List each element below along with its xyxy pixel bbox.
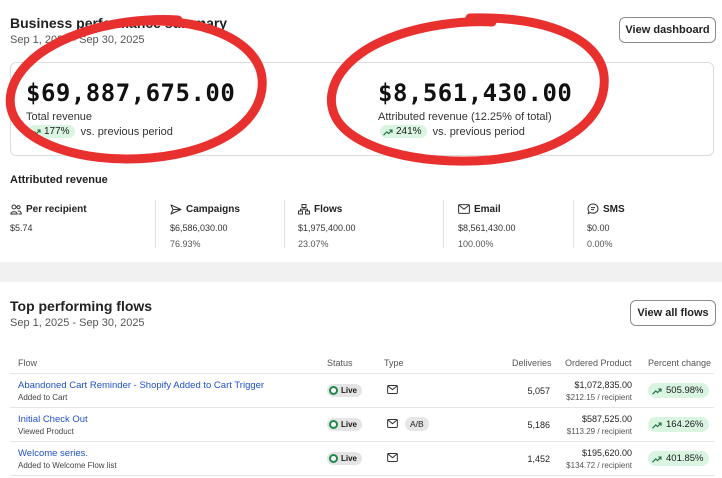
view-dashboard-button[interactable]: View dashboard	[619, 17, 716, 43]
ordered-product-value: $1,072,835.00	[574, 380, 632, 390]
attributed-revenue-change: 241% vs. previous period	[380, 125, 525, 138]
metric-percent: 100.00%	[458, 239, 494, 249]
flow-icon	[298, 203, 310, 214]
column-header-percent-change[interactable]: Percent change	[648, 358, 711, 368]
metric-divider	[573, 200, 574, 248]
flow-trigger: Added to Welcome Flow list	[18, 461, 117, 470]
top-flows-date-range: Sep 1, 2025 - Sep 30, 2025	[10, 317, 145, 329]
change-value: 241%	[396, 126, 422, 137]
page-title: Business performance summary	[10, 15, 228, 31]
metric-label: Per recipient	[26, 203, 87, 215]
status-badge: Live	[327, 418, 363, 431]
trend-up-icon	[652, 421, 662, 429]
deliveries-value: 5,057	[527, 386, 550, 396]
attributed-revenue-title: Attributed revenue	[10, 174, 108, 186]
mail-icon	[387, 385, 398, 394]
row-divider	[10, 475, 714, 476]
metric-flows: Flows $1,975,400.00 23.07%	[298, 202, 356, 249]
column-header-ordered-product[interactable]: Ordered Product	[565, 358, 632, 368]
top-flows-title: Top performing flows	[10, 298, 153, 314]
metric-label: Campaigns	[186, 203, 240, 215]
deliveries-value: 1,452	[527, 454, 550, 464]
deliveries-value: 5,186	[527, 420, 550, 430]
metric-sms: SMS $0.00 0.00%	[587, 202, 625, 249]
metric-divider	[284, 200, 285, 248]
ordered-product-value: $195,620.00	[581, 448, 632, 458]
metric-percent: 23.07%	[298, 239, 329, 249]
column-header-deliveries[interactable]: Deliveries	[512, 358, 552, 368]
mail-icon	[387, 453, 398, 462]
metric-value: $1,975,400.00	[298, 223, 356, 233]
change-badge: 177%	[28, 125, 75, 138]
mail-icon	[458, 204, 470, 214]
attributed-revenue-value: $8,561,430.00	[378, 79, 573, 107]
metric-label: Email	[474, 203, 501, 215]
business-performance-card: Business performance summary Sep 1, 2025…	[0, 0, 722, 262]
ordered-product-value: $587,525.00	[581, 414, 632, 424]
status-text: Live	[341, 454, 358, 463]
live-status-icon	[329, 420, 338, 429]
metric-percent: 0.00%	[587, 239, 613, 249]
metric-value: $0.00	[587, 223, 610, 233]
revenue-box	[10, 62, 714, 156]
trend-up-icon	[383, 128, 393, 136]
row-divider	[10, 373, 714, 374]
trend-up-icon	[31, 128, 41, 136]
percent-change-value: 164.26%	[666, 419, 704, 430]
view-all-flows-button[interactable]: View all flows	[630, 300, 716, 326]
metric-label: Flows	[314, 203, 343, 215]
ab-test-badge: A/B	[405, 417, 429, 431]
row-divider	[10, 441, 714, 442]
percent-change-value: 401.85%	[666, 453, 704, 464]
live-status-icon	[329, 454, 338, 463]
change-value: 177%	[44, 126, 70, 137]
change-badge: 241%	[380, 125, 427, 138]
row-divider	[10, 407, 714, 408]
status-text: Live	[341, 386, 358, 395]
summary-date-range: Sep 1, 2025 - Sep 30, 2025	[10, 34, 145, 46]
change-text: vs. previous period	[80, 125, 173, 138]
metric-divider	[155, 200, 156, 248]
per-recipient-value: $113.29 / recipient	[566, 427, 632, 436]
per-recipient-value: $212.15 / recipient	[566, 393, 632, 402]
metric-value: $6,586,030.00	[170, 223, 228, 233]
column-header-status[interactable]: Status	[327, 358, 353, 368]
sms-icon	[587, 203, 599, 215]
total-revenue-label: Total revenue	[26, 111, 93, 123]
metric-value: $8,561,430.00	[458, 223, 516, 233]
metric-email: Email $8,561,430.00 100.00%	[458, 202, 516, 250]
attributed-revenue-label: Attributed revenue (12.25% of total)	[378, 111, 552, 123]
status-text: Live	[341, 420, 358, 429]
percent-change-value: 505.98%	[666, 385, 704, 396]
flow-name-link[interactable]: Initial Check Out	[18, 414, 88, 425]
percent-change-badge: 505.98%	[648, 383, 709, 398]
percent-change-badge: 164.26%	[648, 417, 709, 432]
flow-name-link[interactable]: Welcome series.	[18, 448, 88, 459]
metric-per-recipient: Per recipient $5.74	[10, 202, 87, 234]
trend-up-icon	[652, 455, 662, 463]
column-header-flow[interactable]: Flow	[18, 358, 37, 368]
total-revenue-value: $69,887,675.00	[26, 79, 236, 107]
column-header-type[interactable]: Type	[384, 358, 404, 368]
per-recipient-value: $134.72 / recipient	[566, 461, 632, 470]
flow-trigger: Added to Cart	[18, 393, 68, 402]
status-badge: Live	[327, 384, 363, 397]
metric-percent: 76.93%	[170, 239, 201, 249]
trend-up-icon	[652, 387, 662, 395]
total-revenue-change: 177% vs. previous period	[28, 125, 173, 138]
change-text: vs. previous period	[432, 125, 525, 138]
mail-icon	[387, 419, 398, 428]
percent-change-badge: 401.85%	[648, 451, 709, 466]
live-status-icon	[329, 386, 338, 395]
metric-label: SMS	[603, 203, 625, 215]
metric-value: $5.74	[10, 223, 33, 233]
metric-campaigns: Campaigns $6,586,030.00 76.93%	[170, 202, 240, 250]
send-icon	[170, 204, 182, 214]
status-badge: Live	[327, 452, 363, 465]
flow-trigger: Viewed Product	[18, 427, 74, 436]
users-icon	[10, 204, 22, 214]
flow-name-link[interactable]: Abandoned Cart Reminder - Shopify Added …	[18, 380, 264, 391]
metric-divider	[443, 200, 444, 248]
